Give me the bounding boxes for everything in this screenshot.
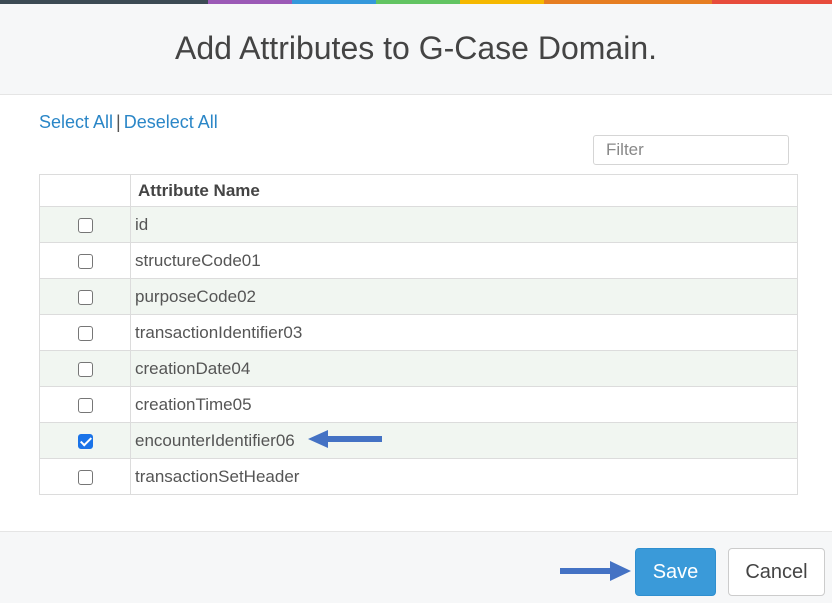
- row-arrow-icon: [308, 430, 382, 448]
- cancel-button[interactable]: Cancel: [728, 548, 825, 596]
- table-row: purposeCode02: [39, 278, 798, 315]
- checkbox-cell: [39, 422, 131, 459]
- row-checkbox[interactable]: [77, 289, 93, 305]
- deselect-all-link[interactable]: Deselect All: [124, 112, 218, 132]
- select-links: Select All | Deselect All: [39, 112, 218, 133]
- attribute-name-cell: creationTime05: [130, 386, 798, 423]
- attribute-name-cell: purposeCode02: [130, 278, 798, 315]
- checkbox-cell: [39, 458, 131, 495]
- row-checkbox[interactable]: [77, 397, 93, 413]
- checkbox-cell: [39, 386, 131, 423]
- dialog-title: Add Attributes to G-Case Domain.: [175, 30, 657, 66]
- attributes-table: Attribute Name id structureCode01 purposeC…: [39, 174, 798, 495]
- attribute-name-cell: structureCode01: [130, 242, 798, 279]
- attribute-name-cell: creationDate04: [130, 350, 798, 387]
- table-row: creationDate04: [39, 350, 798, 387]
- link-separator: |: [116, 112, 121, 132]
- row-checkbox[interactable]: [77, 217, 93, 233]
- attribute-name-cell: transactionIdentifier03: [130, 314, 798, 351]
- save-arrow-icon: [560, 561, 631, 581]
- row-checkbox[interactable]: [77, 433, 93, 449]
- table-row: transactionIdentifier03: [39, 314, 798, 351]
- table-row: structureCode01: [39, 242, 798, 279]
- table-row: id: [39, 206, 798, 243]
- table-row: creationTime05: [39, 386, 798, 423]
- checkbox-cell: [39, 350, 131, 387]
- checkbox-column-header: [39, 174, 131, 207]
- save-button[interactable]: Save: [635, 548, 716, 596]
- table-header-row: Attribute Name: [39, 174, 798, 207]
- row-checkbox[interactable]: [77, 361, 93, 377]
- checkbox-cell: [39, 278, 131, 315]
- attribute-name-header: Attribute Name: [130, 174, 798, 207]
- row-checkbox[interactable]: [77, 469, 93, 485]
- row-checkbox[interactable]: [77, 325, 93, 341]
- row-checkbox[interactable]: [77, 253, 93, 269]
- checkbox-cell: [39, 242, 131, 279]
- checkbox-cell: [39, 314, 131, 351]
- table-row: encounterIdentifier06: [39, 422, 798, 459]
- attribute-name-cell: encounterIdentifier06: [130, 422, 798, 459]
- checkbox-cell: [39, 206, 131, 243]
- attribute-name-cell: id: [130, 206, 798, 243]
- attribute-name-cell: transactionSetHeader: [130, 458, 798, 495]
- filter-input[interactable]: [593, 135, 789, 165]
- select-all-link[interactable]: Select All: [39, 112, 113, 132]
- dialog-footer: Save Cancel: [0, 531, 832, 603]
- dialog-header: Add Attributes to G-Case Domain.: [0, 4, 832, 95]
- table-row: transactionSetHeader: [39, 458, 798, 495]
